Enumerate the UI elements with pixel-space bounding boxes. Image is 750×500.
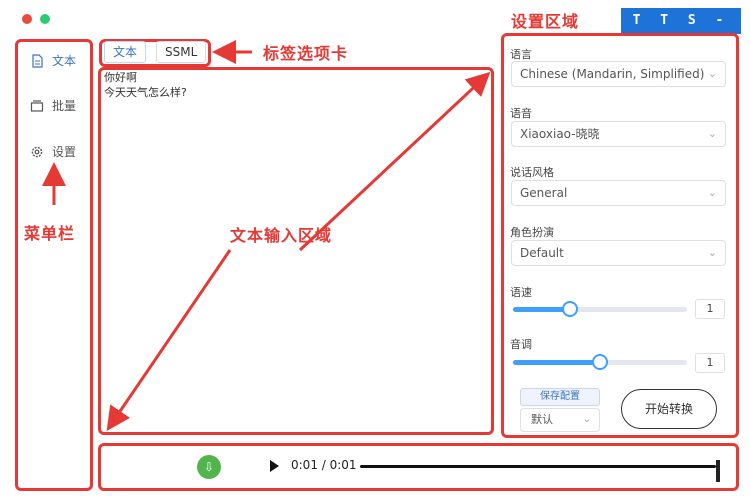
role-select[interactable]: Default ⌄: [511, 240, 726, 266]
text-input[interactable]: 你好啊 今天天气怎么样?: [104, 70, 488, 430]
playback-progress-bar[interactable]: [360, 465, 716, 468]
brand-logo: T T S - V U E: [621, 8, 741, 54]
volume-control[interactable]: [716, 460, 720, 482]
gear-icon: [30, 145, 44, 159]
close-window-button[interactable]: [22, 14, 32, 24]
sidebar-item-label: 批量: [52, 99, 77, 113]
sidebar-item-text[interactable]: 文本: [30, 52, 76, 69]
tab-text[interactable]: 文本: [104, 41, 147, 63]
download-button[interactable]: ⇩: [197, 455, 221, 479]
annotation-tab-bar: 标签选项卡: [263, 44, 349, 63]
pitch-label: 音调: [510, 338, 532, 351]
document-icon: [30, 53, 44, 68]
style-value: General: [520, 186, 568, 200]
sidebar-item-label: 设置: [52, 145, 77, 159]
window-controls: [22, 14, 50, 24]
folder-icon: [30, 99, 44, 113]
sidebar-item-batch[interactable]: 批量: [30, 97, 76, 114]
config-select-value: 默认: [531, 413, 553, 426]
chevron-down-icon: ⌄: [707, 67, 717, 80]
rate-label: 语速: [510, 286, 532, 299]
config-select[interactable]: 默认 ⌄: [520, 408, 600, 432]
play-button[interactable]: [270, 460, 279, 472]
language-value: Chinese (Mandarin, Simplified): [520, 67, 705, 81]
app-window: T T S - V U E 标签选项卡 设置区域 菜单栏 文本输入区域 文本 批…: [0, 0, 750, 500]
annotation-settings-area: 设置区域: [511, 12, 580, 31]
chevron-down-icon: ⌄: [707, 246, 717, 259]
sidebar-item-label: 文本: [52, 54, 77, 68]
annotation-menu-bar: 菜单栏: [24, 224, 76, 243]
rate-value[interactable]: 1: [695, 299, 725, 319]
voice-label: 语音: [510, 107, 532, 120]
download-icon: ⇩: [203, 460, 215, 474]
role-value: Default: [520, 246, 564, 260]
style-label: 说话风格: [510, 166, 554, 179]
chevron-down-icon: ⌄: [707, 127, 717, 140]
pitch-slider-handle[interactable]: [592, 354, 608, 370]
save-config-button[interactable]: 保存配置: [520, 388, 600, 406]
style-select[interactable]: General ⌄: [511, 180, 726, 206]
voice-value: Xiaoxiao-晓晓: [520, 127, 600, 141]
chevron-down-icon: ⌄: [707, 186, 717, 199]
pitch-slider[interactable]: [513, 354, 687, 370]
start-convert-button[interactable]: 开始转换: [621, 389, 717, 429]
role-label: 角色扮演: [510, 226, 554, 239]
language-label: 语言: [510, 48, 532, 61]
maximize-window-button[interactable]: [40, 14, 50, 24]
sidebar-item-settings[interactable]: 设置: [30, 143, 76, 160]
playback-time: 0:01 / 0:01: [291, 458, 357, 472]
language-select[interactable]: Chinese (Mandarin, Simplified) ⌄: [511, 61, 726, 87]
chevron-down-icon: ⌄: [582, 414, 591, 425]
rate-slider[interactable]: [513, 301, 687, 317]
pitch-slider-fill: [513, 360, 600, 365]
tab-ssml[interactable]: SSML: [156, 41, 207, 63]
voice-select[interactable]: Xiaoxiao-晓晓 ⌄: [511, 121, 726, 147]
pitch-value[interactable]: 1: [695, 353, 725, 373]
